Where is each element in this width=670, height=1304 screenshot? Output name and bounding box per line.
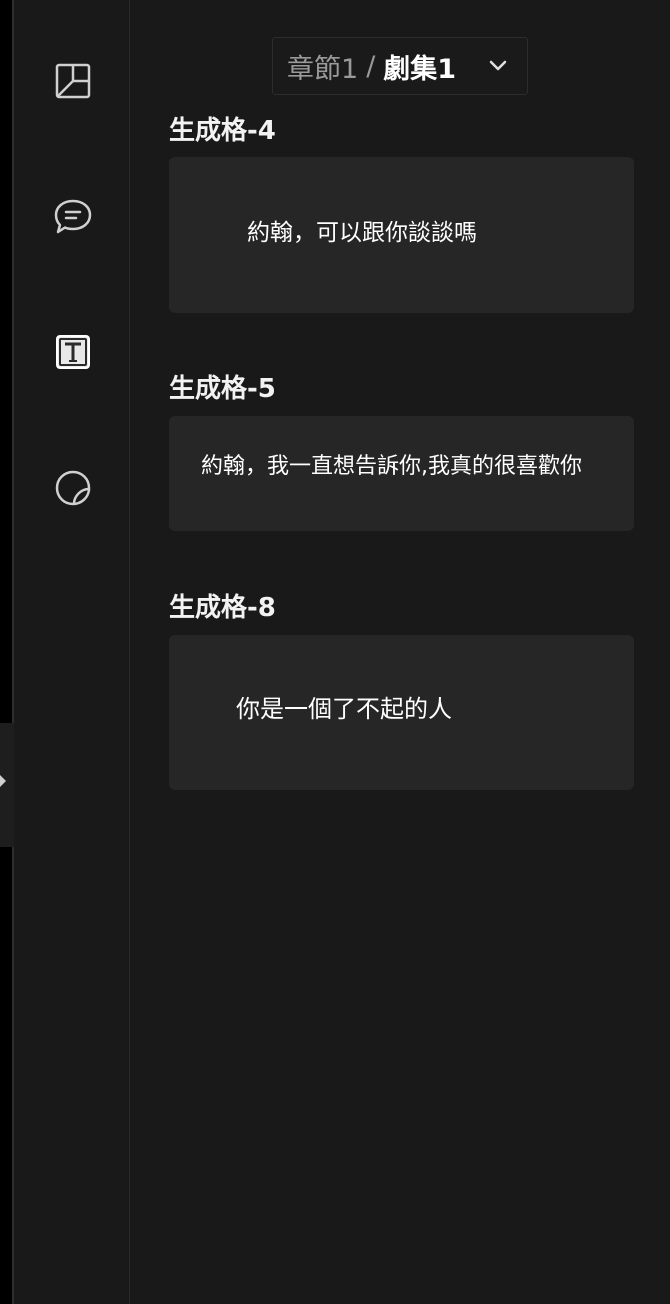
storyboard-button[interactable] [52,60,94,102]
cell-title: 生成格-4 [169,116,276,146]
app-root: 章節1 / 劇集1 生成格-4 約翰，可以跟你談談嗎 生成格-5 約翰，我一直想… [0,0,670,1304]
cell-dialogue-text[interactable]: 約翰，我一直想告訴你,我真的很喜歡你 [201,448,582,480]
chevron-right-icon [0,775,6,787]
episode-breadcrumb-dropdown[interactable]: 章節1 / 劇集1 [272,37,528,95]
storyboard-icon [55,63,91,99]
cell-title: 生成格-8 [169,593,276,623]
cell-text-card[interactable]: 約翰，可以跟你談談嗎 [169,157,634,313]
text-box-icon [56,335,90,369]
cell-dialogue-text[interactable]: 約翰，可以跟你談談嗎 [247,213,477,247]
dialogue-button[interactable] [52,196,94,238]
tool-rail [14,0,130,1304]
text-tool-button[interactable] [52,331,94,373]
cell-text-card[interactable]: 你是一個了不起的人 [169,635,634,790]
cell-text-card[interactable]: 約翰，我一直想告訴你,我真的很喜歡你 [169,416,634,531]
sticker-button[interactable] [52,467,94,509]
breadcrumb-separator: / [366,50,376,82]
sticker-icon [55,470,91,506]
comment-bubble-icon [54,199,92,234]
breadcrumb-episode[interactable]: 劇集1 [383,47,456,86]
breadcrumb-chapter[interactable]: 章節1 [287,47,358,86]
chevron-down-icon [489,60,507,71]
cell-title: 生成格-5 [169,374,276,404]
cell-dialogue-text[interactable]: 你是一個了不起的人 [236,689,452,724]
